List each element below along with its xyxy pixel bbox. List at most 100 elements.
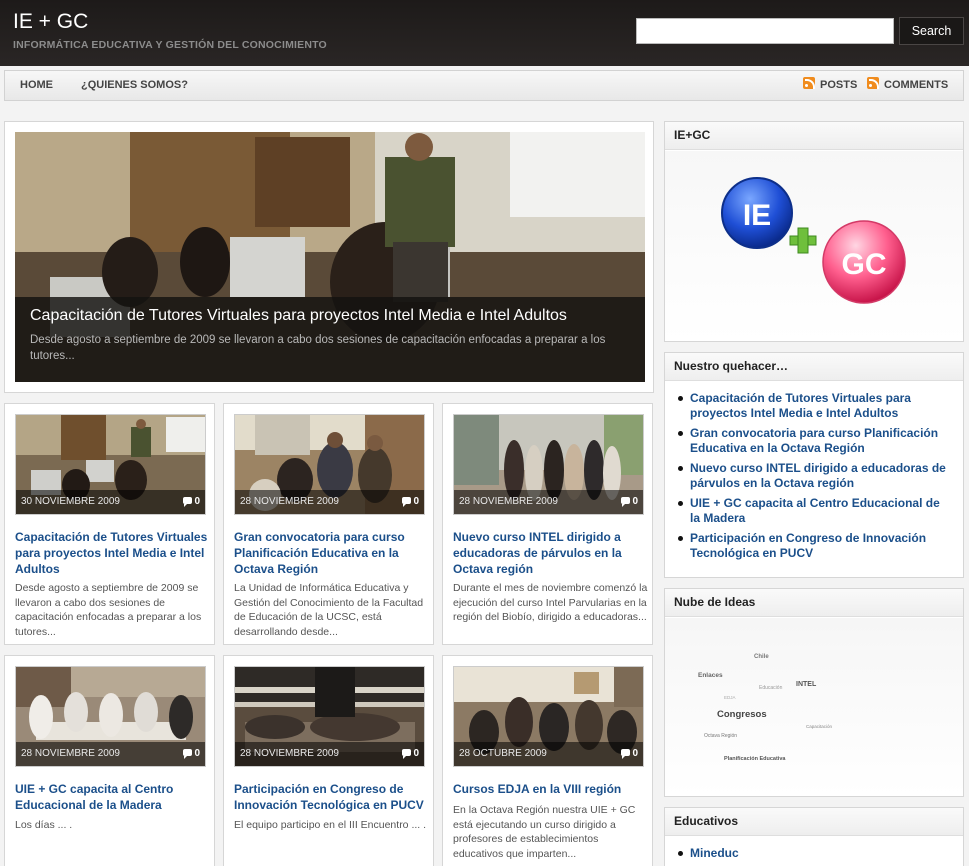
post-date: 28 NOVIEMBRE 2009 [240,496,339,507]
cloud-tag[interactable]: Congresos [717,709,767,720]
post-date: 28 NOVIEMBRE 2009 [21,748,120,759]
post-thumbnail[interactable]: 28 NOVIEMBRE 2009 0 [453,414,644,515]
iegc-logo: IE GC [721,177,906,304]
post-comments[interactable]: 0 [402,748,419,759]
widget-quehacer: Nuestro quehacer… Capacitación de Tutore… [664,352,964,578]
widget-title: Nuestro quehacer… [665,353,963,381]
tag-cloud: Chile Enlaces Educación INTEL EDJA Congr… [665,618,963,796]
post-excerpt: La Unidad de Informática Educativa y Ges… [234,582,424,638]
post-date: 30 NOVIEMBRE 2009 [21,496,120,507]
post-card: 28 NOVIEMBRE 2009 0 Gran convocatoria pa… [223,403,434,645]
post-title[interactable]: UIE + GC capacita al Centro Educacional … [15,781,210,813]
comment-icon [621,749,631,759]
cloud-tag[interactable]: Capacitación [806,724,832,729]
post-comments[interactable]: 0 [621,496,638,507]
cloud-tag[interactable]: Octava Región [704,733,737,739]
widget-title: Nube de Ideas [665,589,963,617]
nav-comments-label: COMMENTS [884,79,949,91]
quehacer-link[interactable]: Gran convocatoria para curso Planificaci… [677,426,953,456]
post-thumbnail[interactable]: 28 NOVIEMBRE 2009 0 [15,666,206,767]
comment-count: 0 [632,496,638,507]
comment-icon [621,497,631,507]
quehacer-link[interactable]: UIE + GC capacita al Centro Educacional … [677,496,953,526]
comment-icon [183,749,193,759]
cloud-tag[interactable]: INTEL [796,681,816,688]
site-header: IE + GC INFORMÁTICA EDUCATIVA Y GESTIÓN … [0,0,969,66]
post-meta-overlay: 28 OCTUBRE 2009 0 [454,742,643,766]
post-thumbnail[interactable]: 28 NOVIEMBRE 2009 0 [234,414,425,515]
post-excerpt: El equipo participo en el III Encuentro … [234,819,427,831]
cloud-tag[interactable]: EDJA [724,695,736,700]
post-comments[interactable]: 0 [183,496,200,507]
post-comments[interactable]: 0 [402,496,419,507]
post-card: 28 NOVIEMBRE 2009 0 Nuevo curso INTEL di… [442,403,653,645]
post-excerpt: Desde agosto a septiembre de 2009 se lle… [15,582,202,638]
search-button[interactable]: Search [899,17,964,45]
widget-title: IE+GC [665,122,963,150]
post-excerpt: Los días ... . [15,819,73,831]
nav-home[interactable]: HOME [20,71,53,100]
cloud-tag[interactable]: Educación [759,685,782,691]
post-date: 28 NOVIEMBRE 2009 [459,496,558,507]
featured-caption: Capacitación de Tutores Virtuales para p… [15,297,645,382]
post-comments[interactable]: 0 [183,748,200,759]
post-title[interactable]: Nuevo curso INTEL dirigido a educadoras … [453,529,648,577]
featured-excerpt: Desde agosto a septiembre de 2009 se lle… [30,334,606,362]
post-date: 28 OCTUBRE 2009 [459,748,547,759]
logo-text-gc: GC [842,248,887,281]
search-input[interactable] [636,18,894,44]
quehacer-link[interactable]: Capacitación de Tutores Virtuales para p… [677,391,953,421]
site-title[interactable]: IE + GC [13,10,88,34]
comment-icon [402,749,412,759]
post-thumbnail[interactable]: 28 OCTUBRE 2009 0 [453,666,644,767]
rss-icon [867,77,879,89]
widget-educativos: Educativos Mineduc [664,807,964,866]
educativos-list: Mineduc [665,836,963,861]
widget-logo: IE+GC IE GC [664,121,964,342]
nav-quienes-somos[interactable]: ¿QUIENES SOMOS? [81,71,188,100]
post-comments[interactable]: 0 [621,748,638,759]
comment-count: 0 [194,748,200,759]
nav-posts-label: POSTS [820,79,858,91]
post-excerpt: En la Octava Región nuestra UIE + GC est… [453,804,636,860]
widget-title: Educativos [665,808,963,836]
post-meta-overlay: 30 NOVIEMBRE 2009 0 [16,490,205,514]
nav-posts-feed[interactable]: POSTS [803,71,857,100]
post-title[interactable]: Gran convocatoria para curso Planificaci… [234,529,429,577]
post-meta-overlay: 28 NOVIEMBRE 2009 0 [235,742,424,766]
comment-icon [183,497,193,507]
post-excerpt: Durante el mes de noviembre comenzó la e… [453,582,648,623]
quehacer-list: Capacitación de Tutores Virtuales para p… [665,381,963,561]
comment-count: 0 [413,748,419,759]
educativos-link[interactable]: Mineduc [677,846,953,861]
comment-count: 0 [632,748,638,759]
quehacer-link[interactable]: Participación en Congreso de Innovación … [677,531,953,561]
post-thumbnail[interactable]: 28 NOVIEMBRE 2009 0 [234,666,425,767]
logo-area: IE GC [665,151,963,341]
cloud-tag[interactable]: Enlaces [698,672,723,679]
featured-slider: Capacitación de Tutores Virtuales para p… [4,121,654,393]
widget-nube-de-ideas: Nube de Ideas Chile Enlaces Educación IN… [664,588,964,797]
featured-image[interactable]: Capacitación de Tutores Virtuales para p… [15,132,645,382]
post-title[interactable]: Capacitación de Tutores Virtuales para p… [15,529,210,577]
quehacer-link[interactable]: Nuevo curso INTEL dirigido a educadoras … [677,461,953,491]
post-card: 28 NOVIEMBRE 2009 0 Participación en Con… [223,655,434,866]
post-card: 28 OCTUBRE 2009 0 Cursos EDJA en la VIII… [442,655,653,866]
comment-count: 0 [413,496,419,507]
post-title[interactable]: Participación en Congreso de Innovación … [234,781,429,813]
post-card: 28 NOVIEMBRE 2009 0 UIE + GC capacita al… [4,655,215,866]
post-meta-overlay: 28 NOVIEMBRE 2009 0 [454,490,643,514]
post-title[interactable]: Cursos EDJA en la VIII región [453,781,648,797]
post-meta-overlay: 28 NOVIEMBRE 2009 0 [16,742,205,766]
comment-icon [402,497,412,507]
cloud-tag[interactable]: Chile [754,654,769,660]
site-tagline: INFORMÁTICA EDUCATIVA Y GESTIÓN DEL CONO… [13,39,327,51]
post-meta-overlay: 28 NOVIEMBRE 2009 0 [235,490,424,514]
post-date: 28 NOVIEMBRE 2009 [240,748,339,759]
cloud-tag[interactable]: Planificación Educativa [724,756,785,762]
main-nav: HOME ¿QUIENES SOMOS? POSTS COMMENTS [4,70,964,101]
nav-comments-feed[interactable]: COMMENTS [867,71,948,100]
post-thumbnail[interactable]: 30 NOVIEMBRE 2009 0 [15,414,206,515]
featured-title[interactable]: Capacitación de Tutores Virtuales para p… [30,307,567,325]
rss-icon [803,77,815,89]
